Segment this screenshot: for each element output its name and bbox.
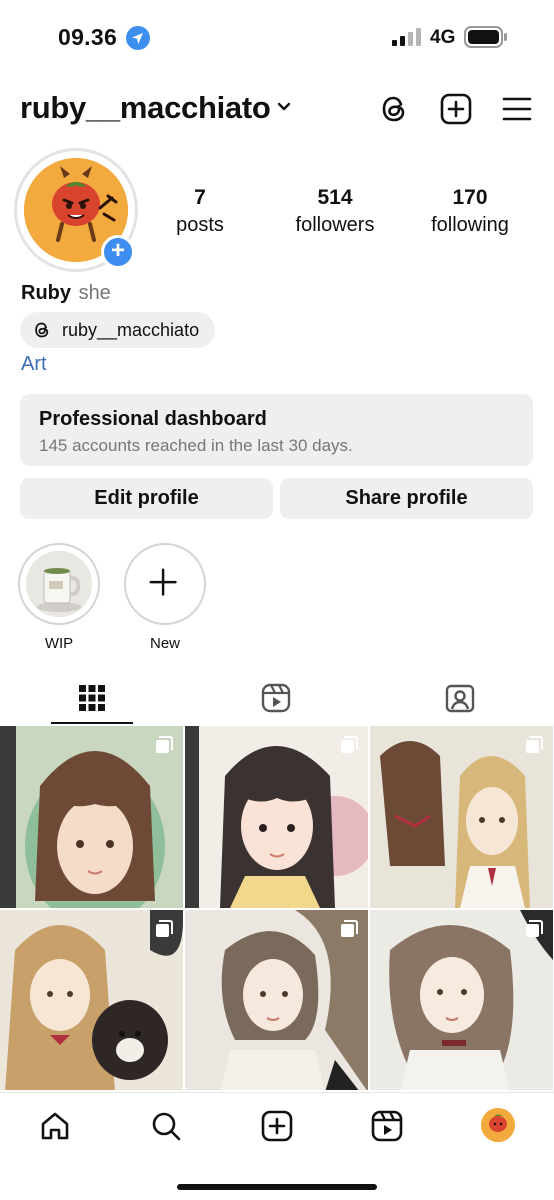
profile-header: ruby__macchiato — [0, 84, 554, 134]
bio-name: Ruby she — [21, 282, 111, 305]
threads-icon[interactable] — [377, 92, 411, 126]
create-icon[interactable] — [260, 1109, 294, 1143]
add-story-badge[interactable]: + — [101, 235, 135, 269]
following-stat[interactable]: 170 following — [420, 186, 520, 237]
reels-icon[interactable] — [260, 682, 292, 714]
highlight-cover-ring — [18, 543, 100, 625]
menu-icon[interactable] — [500, 92, 534, 126]
post-tile[interactable] — [0, 910, 183, 1090]
posts-stat[interactable]: 7 posts — [170, 186, 230, 237]
location-arrow-icon — [126, 26, 150, 50]
post-tile[interactable] — [370, 726, 553, 908]
post-tile[interactable] — [185, 726, 368, 908]
battery-icon — [464, 26, 507, 48]
multiple-images-icon — [341, 736, 358, 753]
multiple-images-icon — [156, 736, 173, 753]
following-count: 170 — [452, 186, 488, 209]
profile-avatar[interactable] — [481, 1108, 515, 1142]
home-icon[interactable] — [38, 1109, 72, 1143]
tagged-icon[interactable] — [444, 682, 476, 714]
content-tabs — [0, 676, 554, 724]
highlight-label: WIP — [44, 635, 74, 652]
bottom-navigation — [0, 1092, 554, 1200]
grid-icon[interactable] — [76, 682, 108, 714]
username-switcher[interactable]: ruby__macchiato — [20, 90, 271, 126]
followers-label: followers — [295, 214, 375, 236]
pronoun: she — [78, 282, 111, 304]
profile-category[interactable]: Art — [21, 353, 47, 376]
posts-count: 7 — [194, 186, 206, 209]
dashboard-title: Professional dashboard — [39, 408, 267, 430]
new-highlight-ring — [124, 543, 206, 625]
multiple-images-icon — [341, 920, 358, 937]
threads-badge[interactable]: ruby__macchiato — [20, 312, 216, 348]
reels-icon[interactable] — [370, 1109, 404, 1143]
followers-count: 514 — [317, 186, 353, 209]
create-post-icon[interactable] — [439, 92, 473, 126]
status-bar: 09.36 4G — [0, 0, 554, 76]
highlight-wip[interactable]: WIP — [18, 543, 100, 652]
dashboard-subtitle: 145 accounts reached in the last 30 days… — [39, 436, 353, 455]
professional-dashboard[interactable]: Professional dashboard 145 accounts reac… — [20, 394, 533, 466]
display-name: Ruby — [21, 282, 71, 304]
threads-icon — [35, 322, 49, 338]
multiple-images-icon — [156, 920, 173, 937]
mug-image — [26, 551, 92, 617]
highlight-label: New — [149, 635, 180, 652]
active-tab-indicator — [51, 722, 133, 724]
network-label: 4G — [430, 27, 456, 48]
edit-profile-button[interactable]: Edit profile — [20, 478, 273, 519]
plus-icon — [149, 568, 177, 596]
share-profile-button[interactable]: Share profile — [280, 478, 533, 519]
post-tile[interactable] — [0, 726, 183, 908]
post-tile[interactable] — [370, 910, 553, 1090]
multiple-images-icon — [526, 736, 543, 753]
threads-handle: ruby__macchiato — [62, 319, 200, 340]
following-label: following — [431, 214, 509, 236]
multiple-images-icon — [526, 920, 543, 937]
signal-icon — [392, 28, 421, 46]
search-icon[interactable] — [149, 1109, 183, 1143]
home-indicator — [177, 1184, 377, 1190]
post-tile[interactable] — [185, 910, 368, 1090]
posts-label: posts — [176, 214, 224, 236]
posts-grid — [0, 726, 554, 1090]
followers-stat[interactable]: 514 followers — [285, 186, 385, 237]
highlight-new[interactable]: New — [124, 543, 206, 652]
status-time: 09.36 — [58, 24, 118, 50]
chevron-down-icon[interactable] — [276, 100, 292, 114]
